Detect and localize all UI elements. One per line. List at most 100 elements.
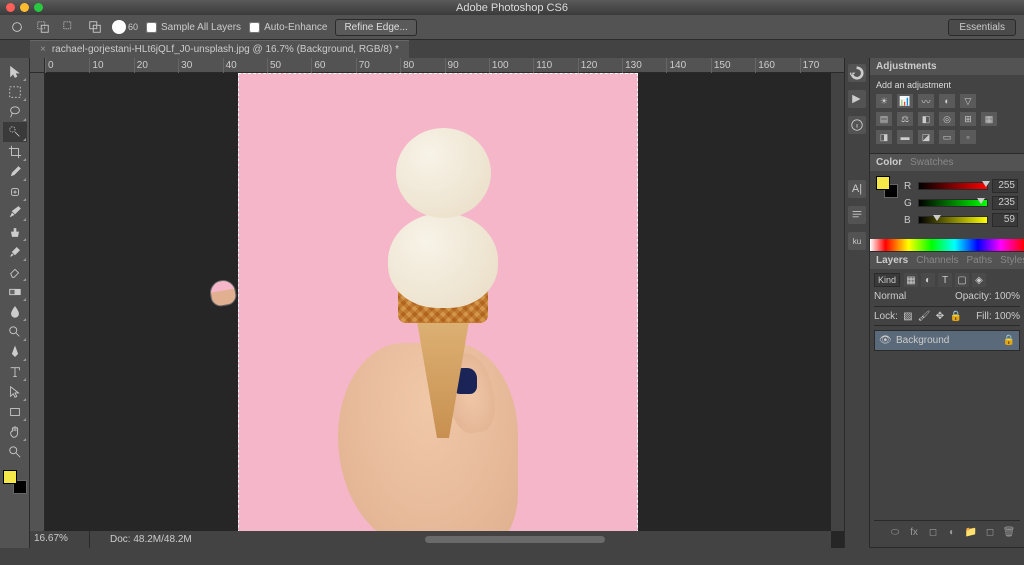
g-value[interactable]: 235 — [992, 196, 1018, 210]
channel-mixer-icon[interactable]: ⊞ — [960, 112, 976, 126]
kuler-panel-icon[interactable]: ku — [848, 232, 866, 250]
curves-icon[interactable]: 〰 — [918, 94, 934, 108]
color-lookup-icon[interactable]: ▦ — [981, 112, 997, 126]
pen-tool[interactable] — [3, 342, 27, 362]
sample-all-layers-checkbox[interactable]: Sample All Layers — [146, 22, 241, 33]
color-swatch[interactable] — [876, 176, 898, 198]
hand-tool[interactable] — [3, 422, 27, 442]
new-layer-icon[interactable]: ◻ — [983, 525, 997, 539]
gradient-tool[interactable] — [3, 282, 27, 302]
lock-pixels-icon[interactable]: 🖌 — [918, 310, 930, 322]
filter-adjustment-icon[interactable]: ◐ — [921, 273, 935, 287]
dodge-tool[interactable] — [3, 322, 27, 342]
exposure-icon[interactable]: ◐ — [939, 94, 955, 108]
tool-preset-icon[interactable] — [8, 18, 26, 36]
color-balance-icon[interactable]: ⚖ — [897, 112, 913, 126]
opacity-value[interactable]: 100% — [994, 291, 1020, 302]
g-slider[interactable] — [918, 199, 988, 207]
filter-smart-icon[interactable]: ◈ — [972, 273, 986, 287]
adjustments-header[interactable]: Adjustments — [870, 58, 1024, 75]
history-brush-tool[interactable] — [3, 242, 27, 262]
type-tool[interactable] — [3, 362, 27, 382]
lock-all-icon[interactable]: 🔒 — [950, 310, 962, 322]
path-selection-tool[interactable] — [3, 382, 27, 402]
subtract-selection-icon[interactable] — [60, 18, 78, 36]
bw-icon[interactable]: ◧ — [918, 112, 934, 126]
vertical-scrollbar[interactable] — [831, 73, 844, 531]
posterize-icon[interactable]: ▬ — [897, 130, 913, 144]
paragraph-panel-icon[interactable] — [848, 206, 866, 224]
foreground-background-colors[interactable] — [3, 470, 27, 494]
brightness-contrast-icon[interactable]: ☀ — [876, 94, 892, 108]
zoom-level[interactable]: 16.67% — [30, 531, 90, 548]
link-layers-icon[interactable]: ⬭ — [888, 525, 902, 539]
color-spectrum[interactable] — [870, 239, 1024, 251]
layer-name[interactable]: Background — [896, 335, 949, 346]
document-canvas[interactable] — [238, 73, 638, 548]
lasso-tool[interactable] — [3, 102, 27, 122]
r-slider[interactable] — [918, 182, 988, 190]
layers-panel-header[interactable]: Layers Channels Paths Styles — [870, 252, 1024, 269]
zoom-tool[interactable] — [3, 442, 27, 462]
b-value[interactable]: 59 — [992, 213, 1018, 227]
info-panel-icon[interactable] — [848, 116, 866, 134]
selective-color-icon[interactable]: ▫ — [960, 130, 976, 144]
threshold-icon[interactable]: ◪ — [918, 130, 934, 144]
b-slider[interactable] — [918, 216, 988, 224]
hue-sat-icon[interactable]: ▤ — [876, 112, 892, 126]
blur-tool[interactable] — [3, 302, 27, 322]
r-value[interactable]: 255 — [992, 179, 1018, 193]
crop-tool[interactable] — [3, 142, 27, 162]
filter-kind[interactable]: Kind — [874, 273, 900, 287]
refine-edge-button[interactable]: Refine Edge... — [335, 19, 416, 36]
marquee-tool[interactable] — [3, 82, 27, 102]
color-panel-header[interactable]: ColorSwatches — [870, 154, 1024, 171]
filter-pixel-icon[interactable]: ▦ — [904, 273, 918, 287]
clone-stamp-tool[interactable] — [3, 222, 27, 242]
layer-style-icon[interactable]: fx — [907, 525, 921, 539]
visibility-icon[interactable]: 👁 — [879, 335, 891, 346]
scrollbar-thumb[interactable] — [425, 536, 605, 543]
document-tab[interactable]: × rachael-gorjestani-HLt6jQLf_J0-unsplas… — [30, 40, 409, 58]
layer-background[interactable]: 👁 Background 🔒 — [874, 330, 1020, 351]
filter-type-icon[interactable]: T — [938, 273, 952, 287]
history-panel-icon[interactable] — [848, 64, 866, 82]
vibrance-icon[interactable]: ▽ — [960, 94, 976, 108]
layer-mask-icon[interactable]: ◻ — [926, 525, 940, 539]
rectangle-tool[interactable] — [3, 402, 27, 422]
ruler-origin[interactable] — [30, 58, 45, 73]
new-group-icon[interactable]: 📁 — [964, 525, 978, 539]
filter-shape-icon[interactable]: ▢ — [955, 273, 969, 287]
actions-panel-icon[interactable] — [848, 90, 866, 108]
horizontal-ruler[interactable]: 0102030405060708090100110120130140150160… — [45, 58, 844, 73]
move-tool[interactable] — [3, 62, 27, 82]
delete-layer-icon[interactable]: 🗑 — [1002, 525, 1016, 539]
invert-icon[interactable]: ◨ — [876, 130, 892, 144]
photo-filter-icon[interactable]: ◎ — [939, 112, 955, 126]
new-fill-icon[interactable]: ◐ — [945, 525, 959, 539]
eraser-tool[interactable] — [3, 262, 27, 282]
close-tab-icon[interactable]: × — [40, 44, 46, 55]
add-selection-icon[interactable] — [34, 18, 52, 36]
character-panel-icon[interactable]: A| — [848, 180, 866, 198]
levels-icon[interactable]: 📊 — [897, 94, 913, 108]
auto-enhance-checkbox[interactable]: Auto-Enhance — [249, 22, 327, 33]
vertical-ruler[interactable] — [30, 73, 45, 548]
healing-brush-tool[interactable] — [3, 182, 27, 202]
brush-picker[interactable]: 60 — [112, 20, 138, 34]
intersect-selection-icon[interactable] — [86, 18, 104, 36]
gradient-map-icon[interactable]: ▭ — [939, 130, 955, 144]
g-label: G — [904, 198, 914, 209]
lock-transparent-icon[interactable]: ▨ — [902, 310, 914, 322]
document-info[interactable]: Doc: 48.2M/48.2M — [110, 534, 192, 545]
brush-tool[interactable] — [3, 202, 27, 222]
workspace-switcher[interactable]: Essentials — [948, 19, 1016, 36]
lock-position-icon[interactable]: ✥ — [934, 310, 946, 322]
horizontal-scrollbar[interactable]: Doc: 48.2M/48.2M — [45, 531, 831, 548]
blend-mode[interactable]: Normal — [874, 291, 922, 302]
eyedropper-tool[interactable] — [3, 162, 27, 182]
quick-selection-tool[interactable] — [3, 122, 27, 142]
fill-value[interactable]: 100% — [994, 311, 1020, 322]
options-bar: 60 Sample All Layers Auto-Enhance Refine… — [0, 15, 1024, 40]
foreground-color[interactable] — [3, 470, 17, 484]
